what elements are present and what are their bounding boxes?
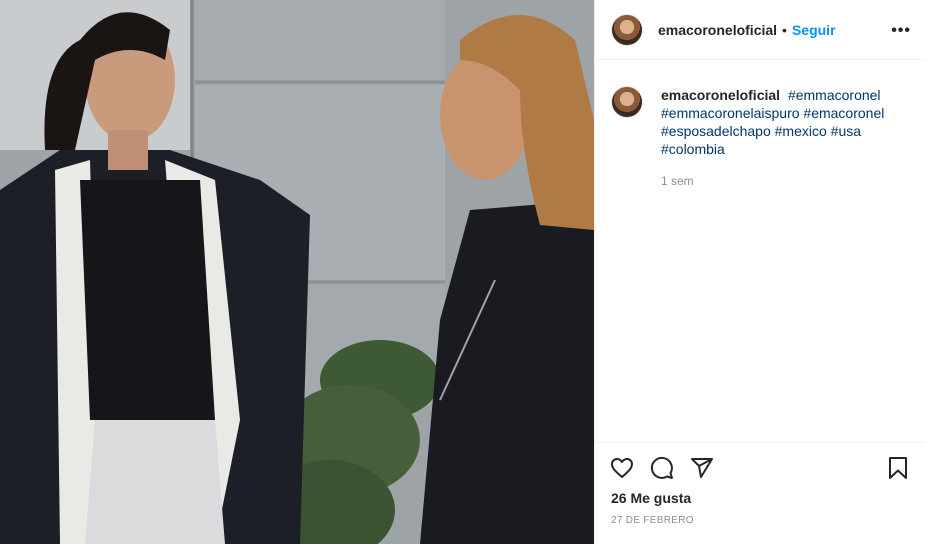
heart-icon[interactable] [609, 455, 635, 481]
caption-time[interactable]: 1 sem [661, 172, 901, 190]
caption-avatar[interactable] [611, 86, 643, 118]
post-date[interactable]: 27 DE FEBRERO [611, 515, 694, 526]
post-side-panel: emacoroneloficial • Seguir ••• emacorone… [594, 0, 925, 544]
post-actions: 26 Me gusta 27 DE FEBRERO [595, 442, 925, 544]
post-photo[interactable] [0, 0, 594, 544]
caption-username[interactable]: emacoroneloficial [661, 87, 780, 103]
more-options-icon[interactable]: ••• [891, 22, 911, 40]
author-avatar[interactable] [611, 13, 643, 46]
post-photo-illustration [0, 0, 594, 544]
caption-comment: emacoroneloficial #emmacoronel #emmacoro… [611, 86, 911, 190]
caption-body: emacoroneloficial #emmacoronel #emmacoro… [661, 86, 901, 190]
comment-icon[interactable] [649, 455, 675, 481]
author-username[interactable]: emacoroneloficial [658, 22, 777, 38]
header-separator: • [782, 21, 787, 38]
post-header: emacoroneloficial • Seguir ••• [595, 0, 925, 60]
action-icons [609, 455, 715, 481]
follow-button[interactable]: Seguir [792, 22, 836, 38]
likes-count[interactable]: 26 Me gusta [611, 490, 691, 506]
right-gutter [924, 0, 940, 544]
bookmark-icon[interactable] [885, 455, 911, 481]
share-icon[interactable] [689, 455, 715, 481]
